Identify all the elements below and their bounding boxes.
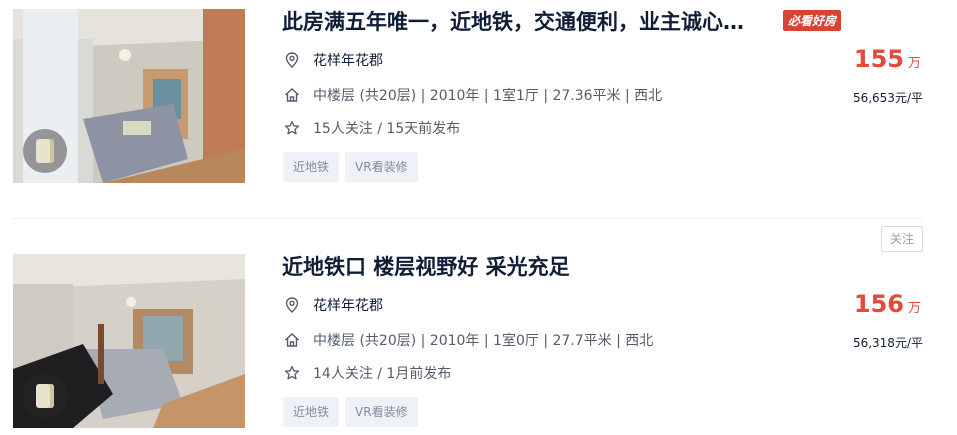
tag-near-subway: 近地铁	[283, 397, 340, 427]
listing-title[interactable]: 近地铁口 楼层视野好 采光充足	[282, 251, 570, 281]
house-icon	[284, 332, 300, 348]
total-price-value: 156	[853, 290, 904, 318]
listing-title[interactable]: 此房满五年唯一，近地铁，交通便利，业主诚心…	[282, 6, 744, 36]
tag-near-subway: 近地铁	[283, 152, 340, 182]
total-price-unit: 万	[907, 56, 921, 71]
community-link[interactable]: 花样年花郡	[313, 50, 383, 70]
tag-vr-decoration: VR看装修	[345, 397, 418, 427]
must-see-badge: 必看好房	[783, 10, 842, 31]
total-price: 155 万	[854, 45, 921, 73]
unit-price: 56,318元/平	[852, 336, 923, 350]
tag-vr-decoration: VR看装修	[345, 152, 418, 182]
total-price-value: 155	[853, 45, 904, 73]
tag-list: 近地铁 VR看装修	[283, 152, 418, 182]
listing-photo[interactable]	[13, 254, 245, 428]
location-pin-icon	[284, 297, 300, 313]
listing-photo[interactable]	[13, 9, 245, 183]
star-icon	[284, 365, 300, 381]
follow-info-text: 15人关注 / 15天前发布	[313, 121, 461, 137]
community-row: 花样年花郡	[284, 295, 383, 315]
follow-info-text: 14人关注 / 1月前发布	[313, 366, 452, 382]
community-row: 花样年花郡	[284, 50, 383, 70]
vr-icon[interactable]	[23, 374, 67, 418]
follow-info-row: 15人关注 / 15天前发布	[284, 118, 460, 138]
listing-card[interactable]: 此房满五年唯一，近地铁，交通便利，业主诚心… 必看好房 花样年花郡 中楼层 (共…	[0, 0, 957, 190]
total-price: 156 万	[854, 290, 921, 318]
vr-icon[interactable]	[23, 129, 67, 173]
location-pin-icon	[284, 52, 300, 68]
tag-list: 近地铁 VR看装修	[283, 397, 418, 427]
follow-button[interactable]: 关注	[881, 226, 923, 252]
house-info-row: 中楼层 (共20层) | 2010年 | 1室0厅 | 27.7平米 | 西北	[284, 330, 653, 350]
house-info-text: 中楼层 (共20层) | 2010年 | 1室1厅 | 27.36平米 | 西北	[313, 88, 663, 104]
house-info-text: 中楼层 (共20层) | 2010年 | 1室0厅 | 27.7平米 | 西北	[313, 333, 654, 349]
star-icon	[284, 120, 300, 136]
community-link[interactable]: 花样年花郡	[313, 295, 383, 315]
listing-card[interactable]: 关注 近地铁口 楼层视野好 采光充足 花样年花郡 中楼层 (共20层) | 20…	[0, 226, 957, 435]
divider	[12, 218, 923, 219]
unit-price: 56,653元/平	[852, 91, 923, 105]
house-icon	[284, 87, 300, 103]
house-info-row: 中楼层 (共20层) | 2010年 | 1室1厅 | 27.36平米 | 西北	[284, 85, 662, 105]
follow-info-row: 14人关注 / 1月前发布	[284, 363, 451, 383]
total-price-unit: 万	[907, 301, 921, 316]
